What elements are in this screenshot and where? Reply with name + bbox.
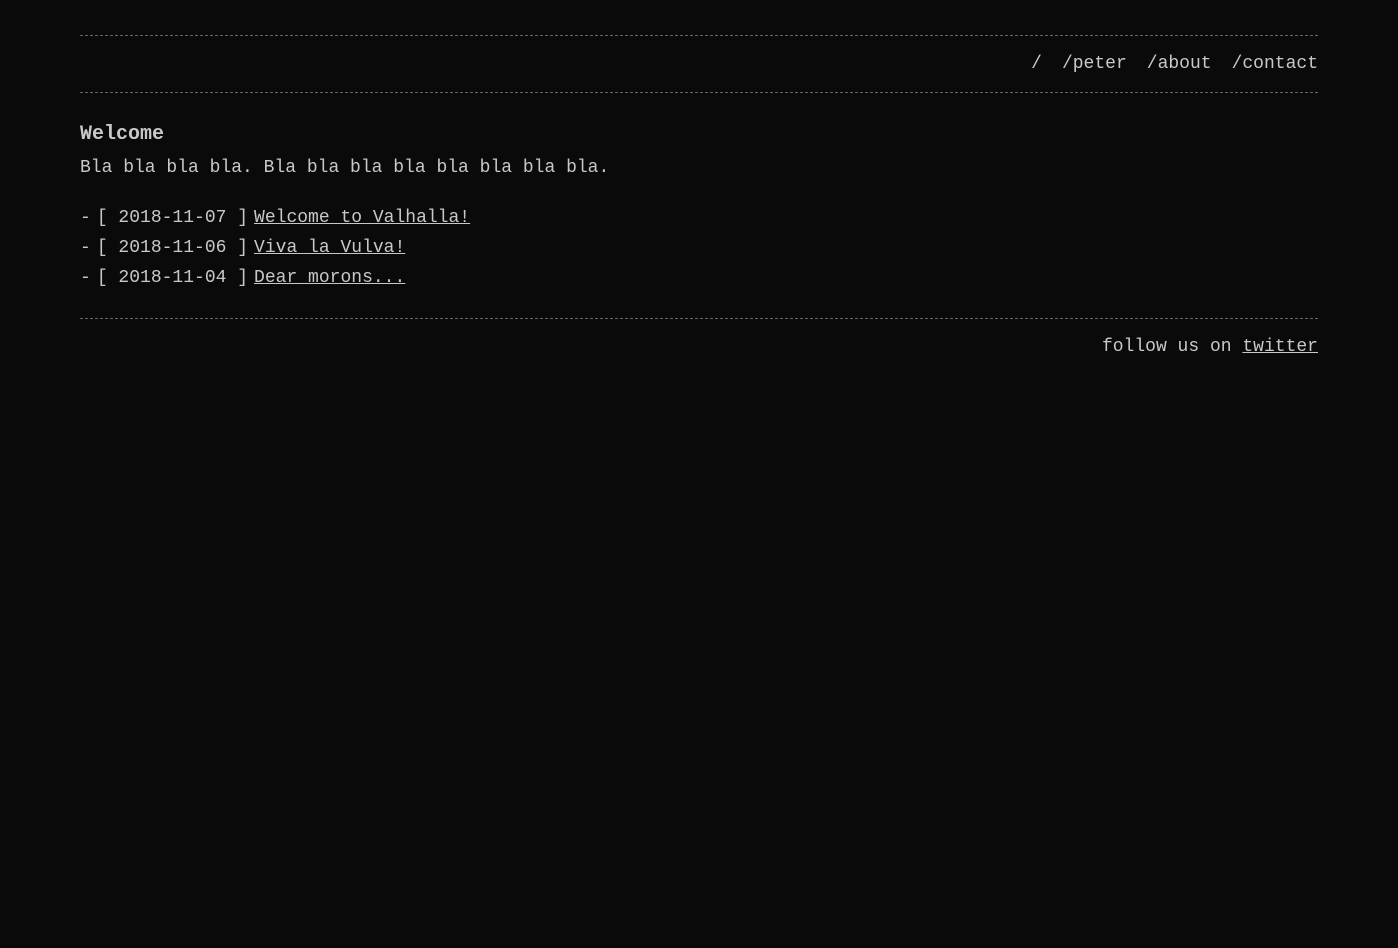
post-bullet: - <box>80 208 91 228</box>
nav-separator: / <box>1031 54 1042 74</box>
footer-text: follow us on twitter <box>1102 337 1318 357</box>
header: / /peter /about /contact <box>80 36 1318 92</box>
post-bullet: - <box>80 268 91 288</box>
top-spacer <box>80 0 1318 35</box>
post-link-vulva[interactable]: Viva la Vulva! <box>254 238 405 258</box>
main-content: Welcome Bla bla bla bla. Bla bla bla bla… <box>80 93 1318 318</box>
post-date: [ 2018-11-06 ] <box>97 238 248 258</box>
twitter-link[interactable]: twitter <box>1242 337 1318 357</box>
follow-text: follow us on <box>1102 337 1242 357</box>
footer: follow us on twitter <box>80 319 1318 375</box>
post-list: - [ 2018-11-07 ] Welcome to Valhalla! - … <box>80 208 1318 288</box>
post-link-valhalla[interactable]: Welcome to Valhalla! <box>254 208 470 228</box>
welcome-heading: Welcome <box>80 123 1318 146</box>
post-link-morons[interactable]: Dear morons... <box>254 268 405 288</box>
list-item: - [ 2018-11-06 ] Viva la Vulva! <box>80 238 1318 258</box>
post-date: [ 2018-11-07 ] <box>97 208 248 228</box>
nav: / /peter /about /contact <box>1031 54 1318 74</box>
list-item: - [ 2018-11-04 ] Dear morons... <box>80 268 1318 288</box>
welcome-text: Bla bla bla bla. Bla bla bla bla bla bla… <box>80 158 1318 178</box>
post-bullet: - <box>80 238 91 258</box>
page-wrapper: / /peter /about /contact Welcome Bla bla… <box>0 0 1398 375</box>
nav-link-peter[interactable]: /peter <box>1062 54 1127 74</box>
nav-link-about[interactable]: /about <box>1147 54 1212 74</box>
post-date: [ 2018-11-04 ] <box>97 268 248 288</box>
nav-link-contact[interactable]: /contact <box>1232 54 1318 74</box>
list-item: - [ 2018-11-07 ] Welcome to Valhalla! <box>80 208 1318 228</box>
